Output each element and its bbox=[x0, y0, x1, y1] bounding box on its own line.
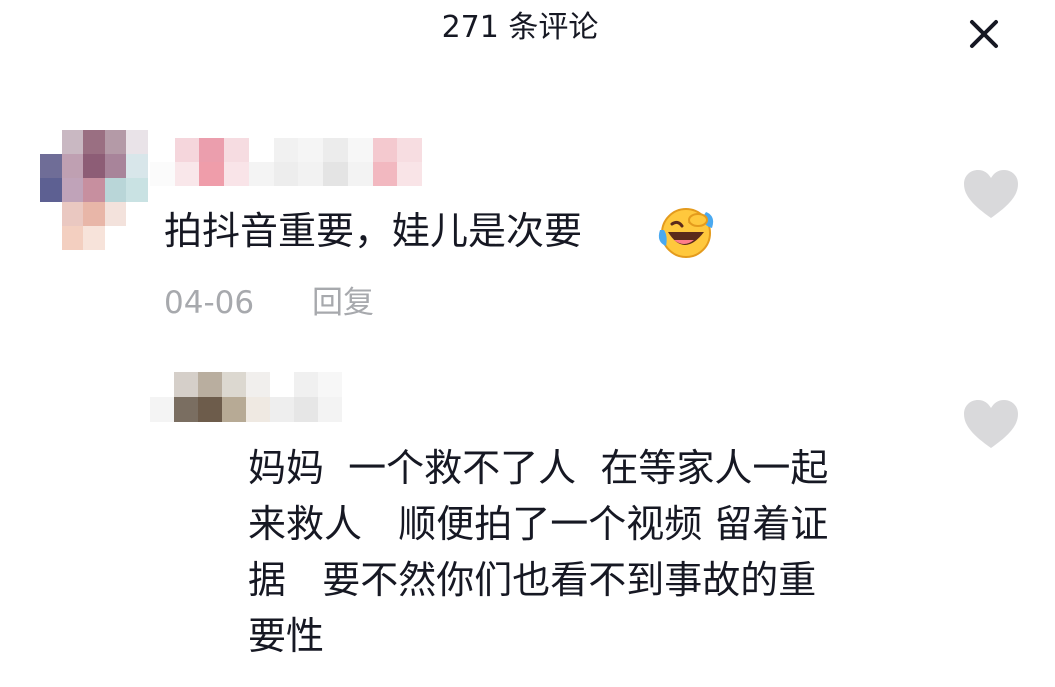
comment-text: 拍抖音重要，娃儿是次要 bbox=[164, 209, 583, 253]
close-icon bbox=[970, 20, 998, 48]
username-blurred[interactable] bbox=[150, 138, 422, 186]
comment-meta: 04-06 回复 bbox=[164, 280, 374, 326]
reply-line: 妈妈 一个救不了人 在等家人一起 bbox=[248, 446, 829, 490]
reply-text: 妈妈 一个救不了人 在等家人一起 来救人 顺便拍了一个视频 留着证 据 要不然你… bbox=[248, 440, 938, 664]
comment-date: 04-06 bbox=[164, 285, 255, 321]
laughing-crying-emoji bbox=[658, 208, 714, 258]
heart-icon[interactable] bbox=[962, 398, 1020, 452]
heart-icon[interactable] bbox=[962, 168, 1020, 222]
comments-count-title: 271 条评论 bbox=[441, 10, 599, 45]
avatar[interactable] bbox=[40, 130, 148, 250]
reply-username-blurred[interactable] bbox=[150, 372, 342, 422]
reply-button[interactable]: 回复 bbox=[312, 285, 374, 321]
reply-line: 要性 bbox=[248, 614, 325, 658]
reply-line: 据 要不然你们也看不到事故的重 bbox=[248, 558, 817, 602]
close-button[interactable] bbox=[962, 12, 1006, 56]
reply-line: 来救人 顺便拍了一个视频 留着证 bbox=[248, 502, 829, 546]
